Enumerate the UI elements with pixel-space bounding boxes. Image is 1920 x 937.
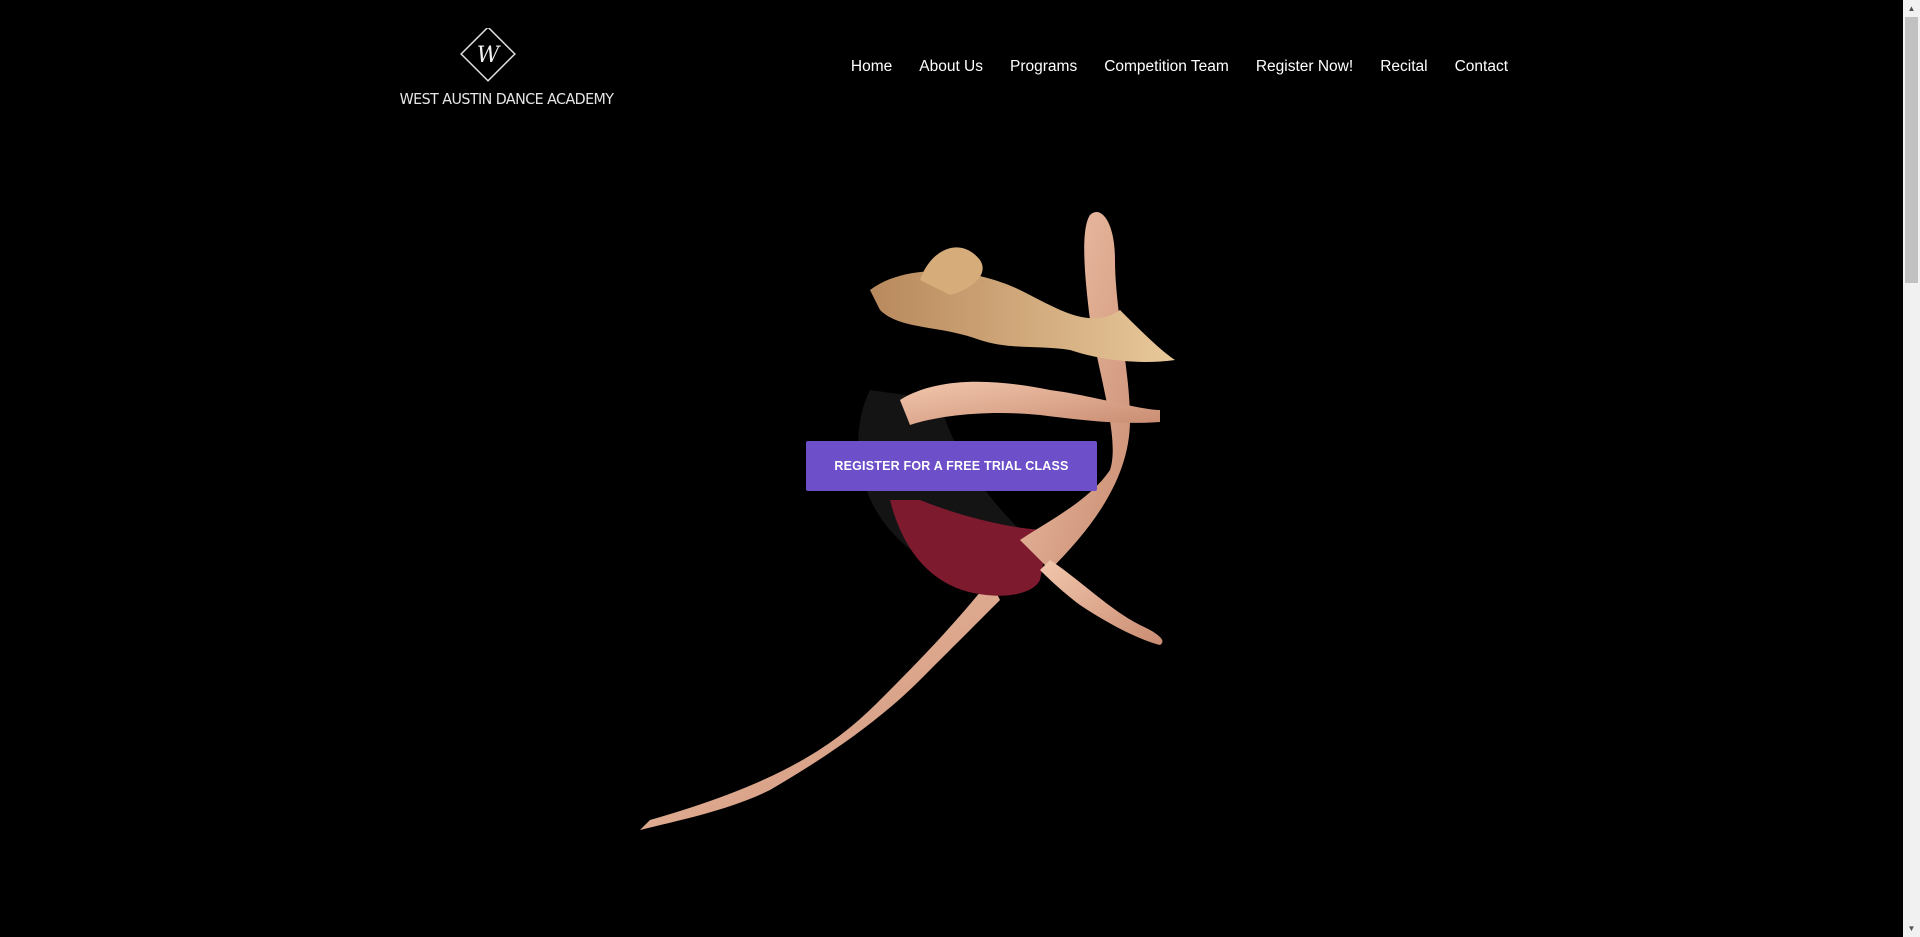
chevron-down-icon[interactable]: ▼ (1903, 920, 1920, 937)
chevron-up-icon[interactable]: ▲ (1903, 0, 1920, 17)
nav-item-contact[interactable]: Contact (1455, 58, 1508, 76)
logo-diamond-icon: W (460, 28, 516, 82)
scrollbar-thumb[interactable] (1905, 17, 1918, 283)
free-trial-register-button[interactable]: REGISTER FOR A FREE TRIAL CLASS (806, 441, 1097, 491)
nav-item-about-us[interactable]: About Us (919, 58, 983, 76)
nav-item-home[interactable]: Home (851, 58, 892, 76)
main-nav: Home About Us Programs Competition Team … (851, 58, 1508, 76)
page-scrollbar[interactable]: ▲ ▼ (1903, 0, 1920, 937)
nav-item-competition-team[interactable]: Competition Team (1104, 58, 1229, 76)
hero-dancer-image (640, 212, 1175, 830)
nav-item-recital[interactable]: Recital (1380, 58, 1427, 76)
site-header: W WEST AUSTIN DANCE ACADEMY Home About U… (0, 0, 1902, 140)
logo-text: WEST AUSTIN DANCE ACADEMY (399, 90, 614, 108)
site-logo[interactable]: W WEST AUSTIN DANCE ACADEMY (392, 28, 614, 112)
logo-monogram: W (477, 43, 502, 68)
nav-item-programs[interactable]: Programs (1010, 58, 1077, 76)
page: W WEST AUSTIN DANCE ACADEMY Home About U… (0, 0, 1920, 937)
nav-item-register-now[interactable]: Register Now! (1256, 58, 1353, 76)
